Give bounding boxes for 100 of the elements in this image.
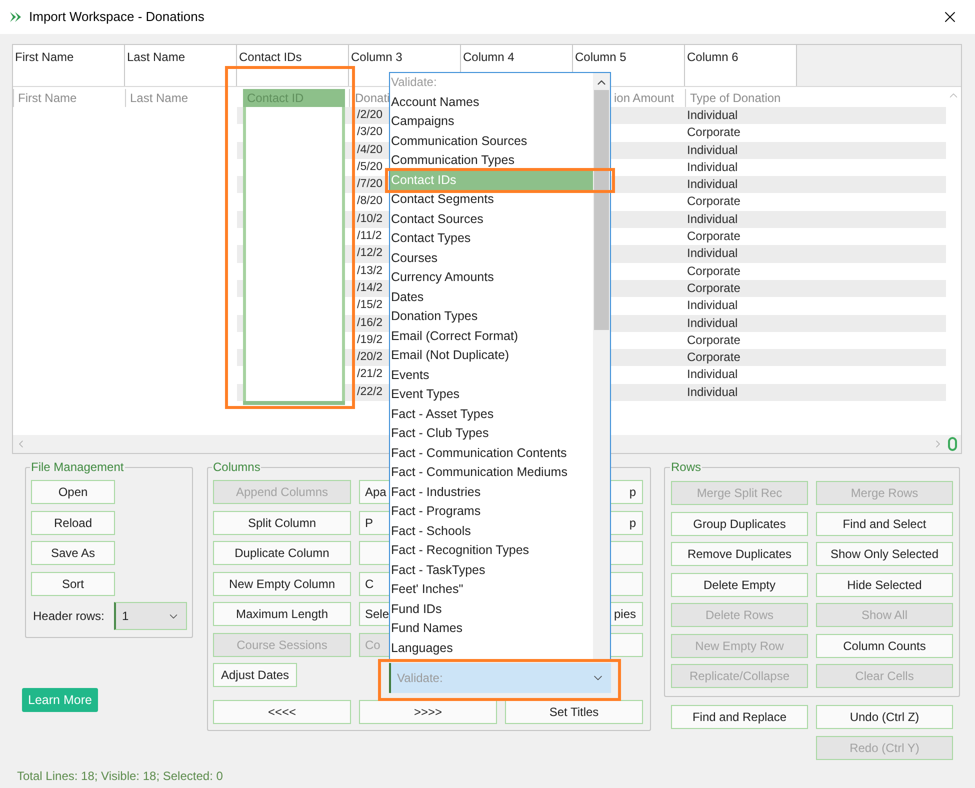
action-button[interactable]: Column Counts — [816, 634, 953, 658]
group-title: Columns — [212, 459, 262, 476]
table-cell: /22/2 — [357, 386, 383, 398]
dropdown-option[interactable]: Fact - Recognition Types — [390, 541, 593, 560]
action-button[interactable]: Split Column — [213, 510, 351, 534]
action-button[interactable]: Duplicate Column — [213, 541, 351, 565]
dropdown-option[interactable]: Fact - Programs — [390, 502, 593, 522]
table-cell: /14/2 — [357, 282, 383, 294]
field-label: First Name — [18, 91, 77, 105]
column-header[interactable]: Column 6 — [685, 45, 797, 86]
dropdown-option[interactable]: Fact - TaskTypes — [390, 560, 593, 580]
dropdown-option[interactable]: Email (Not Duplicate) — [390, 346, 593, 366]
app-logo-icon — [10, 12, 22, 22]
dropdown-option[interactable]: Campaigns — [390, 112, 593, 132]
dropdown-option[interactable]: Account Names — [390, 92, 593, 112]
action-button[interactable]: Set Titles — [505, 700, 643, 724]
field-label: Type of Donation — [690, 91, 781, 105]
action-button[interactable]: Find and Replace — [671, 705, 808, 729]
action-button[interactable]: Hide Selected — [816, 572, 953, 596]
header-rows-select[interactable]: 1 — [114, 602, 187, 630]
action-button[interactable]: Undo (Ctrl Z) — [816, 705, 953, 729]
table-cell: /10/2 — [357, 212, 383, 225]
table-cell: Individual — [687, 367, 738, 382]
table-cell: Corporate — [687, 264, 740, 278]
table-cell: Individual — [687, 108, 738, 122]
window-title: Import Workspace - Donations — [29, 8, 204, 26]
dropdown-option[interactable]: Communication Sources — [390, 132, 593, 151]
table-cell: Corporate — [687, 280, 740, 295]
table-cell: /16/2 — [357, 316, 383, 329]
field-label: Donati — [355, 91, 390, 105]
action-button[interactable]: Save As — [31, 541, 115, 565]
table-cell: Individual — [687, 160, 738, 174]
field-label: Last Name — [130, 91, 188, 105]
scrollbar[interactable] — [593, 73, 610, 659]
action-button[interactable]: Find and Select — [816, 512, 953, 536]
table-cell: /5/20 — [357, 160, 383, 173]
table-cell: Individual — [687, 212, 738, 226]
table-cell: /8/20 — [357, 195, 383, 208]
table-cell: Corporate — [687, 332, 740, 347]
dropdown-option[interactable]: Dates — [390, 288, 593, 307]
action-button[interactable]: Show Only Selected — [816, 542, 953, 566]
dropdown-option[interactable]: Fund IDs — [390, 600, 593, 619]
header-rows-label: Header rows: — [32, 608, 106, 625]
field-label: ion Amount — [614, 91, 674, 105]
table-cell: Individual — [687, 298, 738, 312]
scrollbar-thumb[interactable] — [594, 90, 609, 330]
table-cell: Individual — [687, 246, 738, 260]
action-button[interactable]: Reload — [31, 510, 115, 534]
dropdown-option[interactable]: Courses — [390, 248, 593, 268]
table-cell: Corporate — [687, 194, 740, 208]
table-cell: Individual — [687, 177, 738, 192]
table-cell: /2/20 — [357, 109, 383, 121]
dropdown-option[interactable]: Communication Types — [390, 151, 593, 170]
dropdown-option[interactable]: Feet' Inches" — [390, 580, 593, 600]
dropdown-option[interactable]: Fund Names — [390, 619, 593, 638]
status-text: Total Lines: 18; Visible: 18; Selected: 0 — [17, 768, 224, 785]
table-cell: /7/20 — [357, 178, 383, 190]
dropdown-option[interactable]: Fact - Schools — [390, 522, 593, 541]
column-header[interactable]: Contact IDs — [237, 45, 349, 86]
table-cell: /19/2 — [357, 334, 383, 346]
dropdown-option[interactable]: Currency Amounts — [390, 268, 593, 288]
group-title: File Management — [30, 459, 125, 476]
action-button[interactable]: Sort — [31, 572, 115, 596]
dropdown-option[interactable]: Contact Types — [390, 229, 593, 248]
dropdown-option[interactable]: Email (Correct Format) — [390, 326, 593, 346]
action-button[interactable]: Maximum Length — [213, 602, 351, 626]
column-header[interactable]: First Name — [13, 45, 125, 86]
table-cell: /3/20 — [357, 126, 383, 138]
action-button[interactable]: <<<< — [213, 700, 351, 724]
table-cell: /12/2 — [357, 247, 383, 260]
column-header[interactable]: Last Name — [125, 45, 237, 86]
table-cell: /21/2 — [357, 368, 383, 380]
dropdown-option[interactable]: Fact - Communication Mediums — [390, 463, 593, 482]
table-cell: /15/2 — [357, 299, 383, 312]
dropdown-option[interactable]: Events — [390, 366, 593, 385]
dropdown-option[interactable]: Event Types — [390, 385, 593, 404]
dropdown-option[interactable]: Donation Types — [390, 307, 593, 326]
action-button[interactable]: >>>> — [359, 700, 497, 724]
dropdown-option[interactable]: Languages — [390, 638, 593, 658]
table-cell: Corporate — [687, 125, 740, 140]
table-cell: Individual — [687, 316, 738, 330]
group-title: Rows — [670, 459, 702, 476]
action-button[interactable]: Adjust Dates — [213, 663, 297, 687]
action-button[interactable]: Group Duplicates — [671, 512, 808, 536]
table-cell: Corporate — [687, 350, 740, 364]
dropdown-option[interactable]: Fact - Communication Contents — [390, 444, 593, 463]
action-button[interactable]: Open — [31, 480, 115, 504]
table-cell: Individual — [687, 142, 738, 157]
dropdown-option[interactable]: Contact Segments — [390, 190, 593, 210]
action-button[interactable]: Remove Duplicates — [671, 542, 808, 566]
dropdown-option[interactable]: Fact - Club Types — [390, 424, 593, 444]
table-cell: Corporate — [687, 229, 740, 244]
table-cell: Individual — [687, 384, 738, 399]
action-button[interactable]: Delete Empty — [671, 572, 808, 596]
table-cell: /13/2 — [357, 264, 383, 277]
dropdown-option[interactable]: Fact - Industries — [390, 482, 593, 502]
dropdown-option[interactable]: Fact - Asset Types — [390, 404, 593, 424]
table-cell: /4/20 — [357, 144, 383, 156]
action-button[interactable]: New Empty Column — [213, 572, 351, 596]
dropdown-option[interactable]: Contact Sources — [390, 210, 593, 229]
